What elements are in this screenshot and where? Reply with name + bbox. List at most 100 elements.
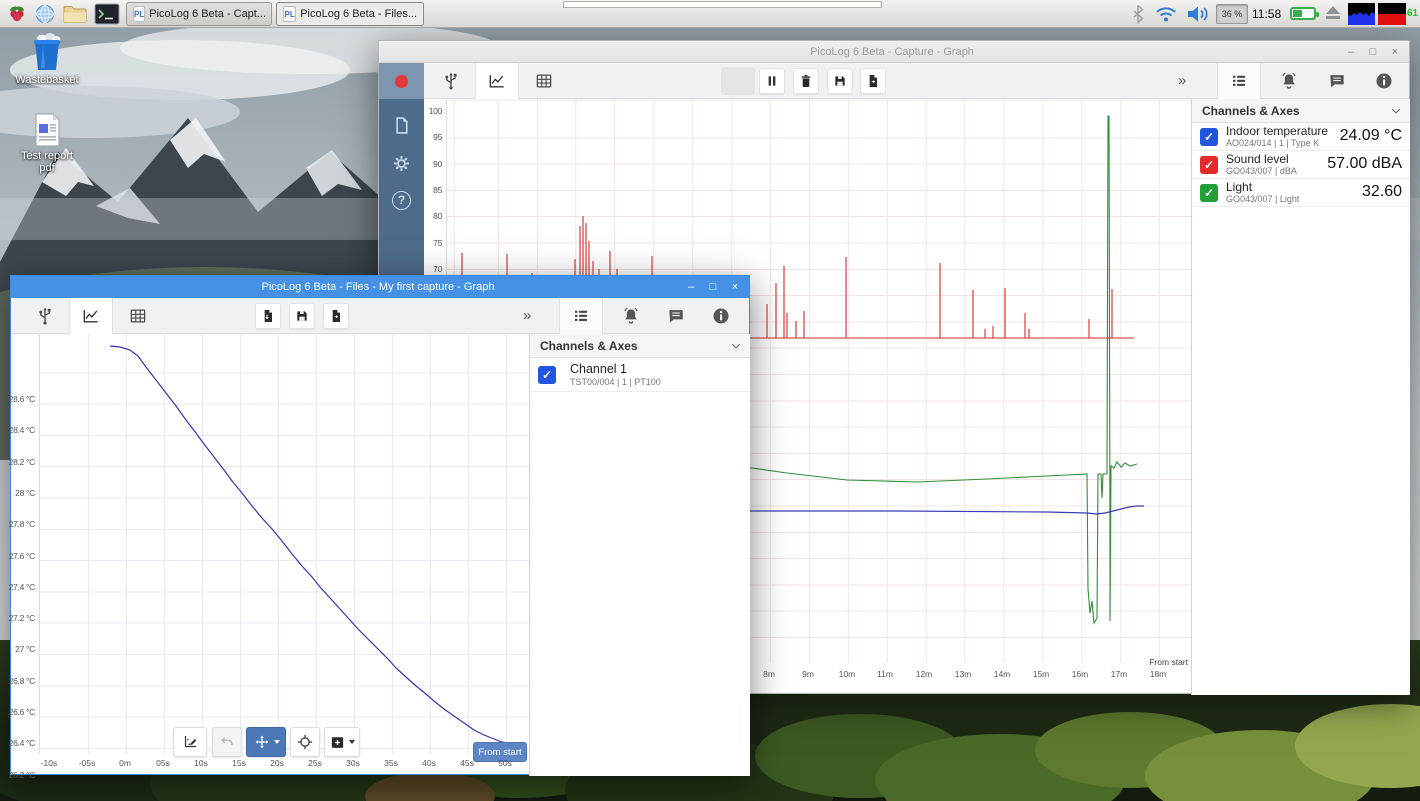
x-tick: 0m: [110, 758, 140, 768]
x-tick: 10m: [832, 669, 862, 679]
desktop-icon-test-report[interactable]: Test report pdf: [12, 112, 82, 174]
x-tick: -05s: [72, 758, 102, 768]
channels-axes-title: Channels & Axes: [540, 339, 638, 353]
capture-mode-slot: [721, 67, 755, 95]
line-chart-icon: [80, 306, 102, 326]
x-tick: 15m: [1026, 669, 1056, 679]
browser-launcher[interactable]: [34, 3, 56, 25]
y-tick: 26.6 °C: [9, 707, 35, 717]
x-tick: 13m: [948, 669, 978, 679]
record-icon: [395, 75, 408, 88]
cpu-usage-label: 36 %: [1222, 9, 1243, 19]
tab-devices[interactable]: [431, 63, 471, 99]
x-axis-mode-label[interactable]: From start: [1124, 657, 1188, 667]
tab-table[interactable]: [523, 63, 565, 99]
capture-settings-doc-icon[interactable]: [391, 115, 412, 136]
minimize-button[interactable]: –: [1345, 41, 1357, 63]
help-button[interactable]: ?: [392, 191, 411, 210]
channel-checkbox[interactable]: ✓: [1200, 128, 1218, 146]
y-tick: 75: [433, 238, 442, 248]
eject-button[interactable]: [1326, 6, 1340, 19]
y-tick: 27 °C: [15, 644, 35, 654]
y-tick: 26.4 °C: [9, 738, 35, 748]
panel-tab-annotations[interactable]: [1317, 63, 1357, 99]
panel-tab-info[interactable]: [1364, 63, 1404, 99]
panel-tab-info[interactable]: [701, 298, 741, 334]
channels-axes-title: Channels & Axes: [1202, 104, 1300, 118]
channel-checkbox[interactable]: ✓: [1200, 156, 1218, 174]
more-tools-button[interactable]: »: [1178, 72, 1186, 89]
x-tick: 45s: [452, 758, 482, 768]
capture-titlebar[interactable]: PicoLog 6 Beta - Capture - Graph – □ ×: [379, 41, 1409, 63]
close-button[interactable]: ×: [729, 276, 741, 298]
y-tick: 26.8 °C: [9, 676, 35, 686]
annotation-plus-icon: [329, 734, 346, 751]
file-manager-launcher[interactable]: [62, 3, 88, 25]
save-button[interactable]: [289, 303, 315, 329]
add-annotation-button[interactable]: [324, 727, 360, 757]
clock[interactable]: 11:58: [1252, 7, 1281, 21]
channels-axes-header[interactable]: Channels & Axes: [1192, 99, 1410, 123]
record-button[interactable]: [379, 63, 424, 99]
files-graph-plot[interactable]: [39, 334, 529, 754]
taskbar-window-capture[interactable]: PL PicoLog 6 Beta - Capt...: [126, 2, 272, 26]
x-tick: 40s: [414, 758, 444, 768]
list-icon: [1229, 72, 1249, 90]
minimize-button[interactable]: –: [685, 276, 697, 298]
net-speed-label: 61: [1407, 8, 1418, 19]
files-titlebar[interactable]: PicoLog 6 Beta - Files - My first captur…: [11, 276, 749, 298]
info-icon: [711, 306, 731, 326]
crosshair-icon: [296, 733, 314, 751]
maximize-button[interactable]: □: [707, 276, 719, 298]
y-tick: 27.2 °C: [9, 613, 35, 623]
save-button[interactable]: [827, 68, 853, 94]
panel-tab-annotations[interactable]: [656, 298, 696, 334]
files-graph-series: [40, 334, 530, 754]
y-tick: 27.6 °C: [9, 551, 35, 561]
volume-control[interactable]: [1186, 4, 1212, 24]
panel-tab-alarms[interactable]: [611, 298, 651, 334]
battery-indicator: [1290, 7, 1316, 20]
x-tick: 25s: [300, 758, 330, 768]
export-button[interactable]: [323, 303, 349, 329]
tab-table[interactable]: [117, 298, 159, 334]
bluetooth-status[interactable]: [1130, 4, 1146, 24]
menu-button[interactable]: [6, 3, 28, 25]
files-y-axis: 28.6 °C 28.4 °C 28.2 °C 28 °C 27.8 °C 27…: [11, 334, 38, 754]
y-tick: 90: [433, 159, 442, 169]
tab-graph[interactable]: [69, 298, 113, 334]
thermal-widget: [1378, 3, 1406, 25]
taskbar-window-files[interactable]: PL PicoLog 6 Beta - Files...: [276, 2, 424, 26]
pause-button[interactable]: [759, 68, 785, 94]
undo-zoom-button[interactable]: [212, 727, 242, 757]
open-file-button[interactable]: [255, 303, 281, 329]
channel-checkbox[interactable]: ✓: [538, 366, 556, 384]
edit-axes-icon: [181, 733, 199, 751]
pan-mode-button[interactable]: [246, 727, 286, 757]
delete-capture-button[interactable]: [793, 68, 819, 94]
tab-devices[interactable]: [25, 298, 65, 334]
cpu-usage-monitor: 36 %: [1216, 4, 1248, 24]
settings-gear-icon[interactable]: [391, 153, 412, 174]
wifi-status[interactable]: [1154, 5, 1178, 23]
edit-axes-button[interactable]: [173, 727, 207, 757]
export-button[interactable]: [860, 68, 886, 94]
close-button[interactable]: ×: [1389, 41, 1401, 63]
tab-graph[interactable]: [475, 63, 519, 99]
channel-value: 32.60: [1362, 183, 1402, 201]
y-tick: 95: [433, 132, 442, 142]
panel-tab-channels[interactable]: [1217, 63, 1261, 99]
save-icon: [294, 308, 310, 324]
crosshair-mode-button[interactable]: [290, 727, 320, 757]
panel-tab-channels[interactable]: [559, 298, 603, 334]
terminal-launcher[interactable]: [94, 3, 120, 25]
channel-checkbox[interactable]: ✓: [1200, 184, 1218, 202]
panel-tab-alarms[interactable]: [1269, 63, 1309, 99]
maximize-button[interactable]: □: [1367, 41, 1379, 63]
more-tools-button[interactable]: »: [523, 307, 531, 324]
x-tick: 30s: [338, 758, 368, 768]
channels-axes-header[interactable]: Channels & Axes: [530, 334, 750, 358]
desktop-icon-wastebasket[interactable]: Wastebasket: [12, 32, 82, 86]
channel-row-indoor-temperature: ✓ Indoor temperature AO024/014 | 1 | Typ…: [1192, 123, 1410, 151]
table-icon: [128, 306, 148, 326]
